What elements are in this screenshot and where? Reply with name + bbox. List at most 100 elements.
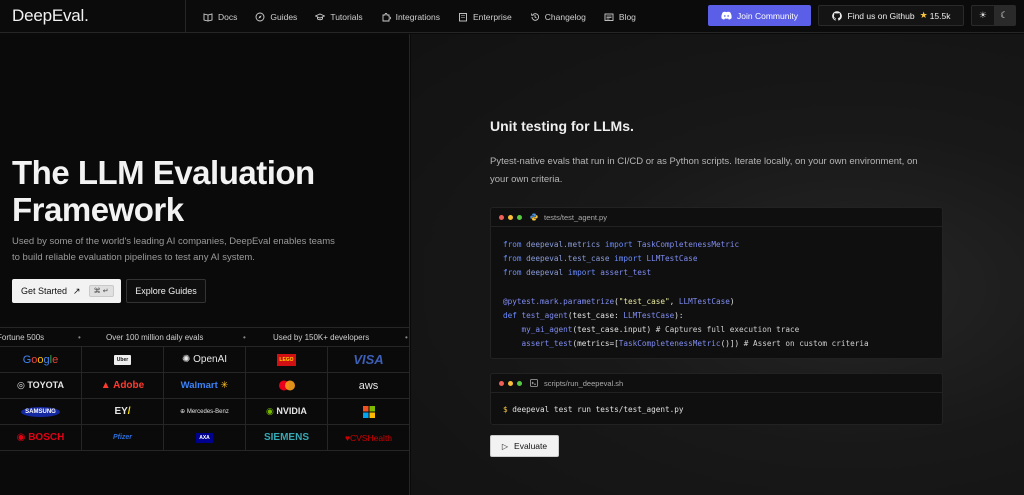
code-file-name: scripts/run_deepeval.sh [544,378,624,388]
logo-walmart: Walmart ✳ [164,373,246,399]
logo-openai: ✺ OpenAI [164,347,246,373]
logo-toyota: ◎ TOYOTA [0,373,82,399]
code-line: assert_test(metrics=[TaskCompletenessMet… [521,339,869,349]
nav-link-label: Blog [618,11,636,22]
nav-link-guides[interactable]: Guides [255,12,297,22]
newspaper-icon [604,12,614,22]
terminal-icon [530,379,538,387]
separator-dot: • [405,332,408,342]
code-file-name: tests/test_agent.py [544,212,607,222]
nav-link-blog[interactable]: Blog [604,12,636,22]
explore-guides-button[interactable]: Explore Guides [126,279,206,303]
window-close-dot [499,380,504,386]
logo-google: Google [0,347,82,373]
window-close-dot [499,214,504,220]
section-description: Pytest-native evals that run in CI/CD or… [490,156,918,185]
shell-command: deepeval test run tests/test_agent.py [512,405,684,414]
code-window-header: scripts/run_deepeval.sh [491,374,942,393]
shell-code-window: scripts/run_deepeval.sh $ deepeval test … [490,373,943,425]
logo-mercedes: ⊕ Mercedes-Benz [164,399,246,425]
book-icon [203,12,213,22]
window-minimize-dot [508,214,513,220]
code-line: from deepeval.test_case import LLMTestCa… [503,254,698,264]
nav-link-label: Guides [270,11,298,22]
nav-link-label: Changelog [544,11,586,22]
nav-link-label: Tutorials [330,11,363,22]
get-started-button[interactable]: Get Started ↗ ⌘ ↵ [12,279,121,303]
github-button[interactable]: Find us on Github ★ 15.5k [818,5,964,26]
nav-link-enterprise[interactable]: Enterprise [458,12,512,22]
logo-axa: AXA [164,425,246,451]
keyboard-shortcut: ⌘ ↵ [88,285,114,297]
nav-link-tutorials[interactable]: Tutorials [315,11,363,22]
hero-title-line2: Framework [12,191,184,228]
stats-ticker: Fortune 500s • Over 100 million daily ev… [0,327,410,347]
nav-link-integrations[interactable]: Integrations [381,12,440,22]
compass-icon [255,12,265,22]
logo-aws: aws [328,373,410,399]
evaluate-button[interactable]: ▷ Evaluate [490,435,559,457]
nav-links: Docs Guides Tutorials Integrations Enter… [203,0,654,33]
sun-icon[interactable]: ☀ [972,6,994,25]
hero-subtitle: Used by some of the world's leading AI c… [12,236,335,263]
deepeval-logo[interactable]: DeepEval. [12,6,89,26]
code-line: from deepeval.metrics import TaskComplet… [503,240,740,249]
logo-nvidia: ◉ NVIDIA [246,399,328,425]
logo-mastercard [246,373,328,399]
star-icon: ★ [919,10,928,20]
logo-cvs-health: ♥CVSHealth [328,425,410,451]
logo-container: DeepEval. [0,0,186,33]
python-code-block: from deepeval.metrics import TaskComplet… [491,227,942,352]
moon-icon[interactable]: ☾ [993,6,1015,25]
logo-ey: EY/ [82,399,164,425]
section-title: Unit testing for LLMs. [490,118,634,134]
hero-title-line1: The LLM Evaluation [12,154,315,191]
logo-pfizer: Pfizer [82,425,164,451]
get-started-label: Get Started [21,286,68,296]
join-community-label: Join Community [737,10,798,21]
logo-bosch: ◉ BOSCH [0,425,82,451]
logo-uber: Uber [82,347,164,373]
theme-toggle[interactable]: ☀ ☾ [971,5,1016,26]
shell-code-block: $ deepeval test run tests/test_agent.py [491,393,942,417]
code-window-header: tests/test_agent.py [491,208,942,227]
python-code-window: tests/test_agent.py from deepeval.metric… [490,207,943,359]
nav-link-docs[interactable]: Docs [203,12,237,22]
arrow-up-right-icon: ↗ [73,285,81,296]
stat-fortune: Fortune 500s [0,332,45,342]
logo-lego: LEGO [246,347,328,373]
nav-link-label: Enterprise [473,11,512,22]
window-maximize-dot [517,214,522,220]
logo-microsoft [328,399,410,425]
hero-title: The LLM Evaluation Framework [12,154,402,228]
unit-testing-section: Unit testing for LLMs. Pytest-native eva… [411,34,1024,495]
separator-dot: • [243,332,246,342]
code-line: @pytest.mark.parametrize("test_case", LL… [503,296,735,306]
logo-siemens: SIEMENS [246,425,328,451]
stat-developers: Used by 150K+ developers [273,332,370,342]
evaluate-label: Evaluate [514,441,548,451]
separator-dot: • [78,332,81,342]
top-nav: DeepEval. Docs Guides Tutorials Integrat… [0,0,1024,33]
window-minimize-dot [508,380,513,386]
logo-samsung: SAMSUNG [0,399,82,425]
github-stars-count: 15.5k [929,10,951,21]
customer-logos-grid: Google Uber ✺ OpenAI LEGO VISA ◎ TOYOTA … [0,347,410,477]
nav-link-changelog[interactable]: Changelog [530,12,586,22]
nav-link-label: Docs [218,11,238,22]
code-line: def test_agent(test_case: LLMTestCase): [503,311,684,321]
discord-icon [721,11,732,20]
shell-prompt: $ [503,405,508,414]
github-label: Find us on Github [847,10,915,21]
join-community-button[interactable]: Join Community [708,5,811,26]
github-icon [831,10,842,20]
building-icon [458,12,468,22]
play-icon: ▷ [501,441,509,451]
hero-section: The LLM Evaluation Framework Used by som… [0,34,410,495]
window-maximize-dot [517,380,522,386]
logo-visa: VISA [328,347,410,373]
nav-link-label: Integrations [395,11,441,22]
puzzle-icon [381,12,391,22]
python-file-icon [530,213,538,221]
